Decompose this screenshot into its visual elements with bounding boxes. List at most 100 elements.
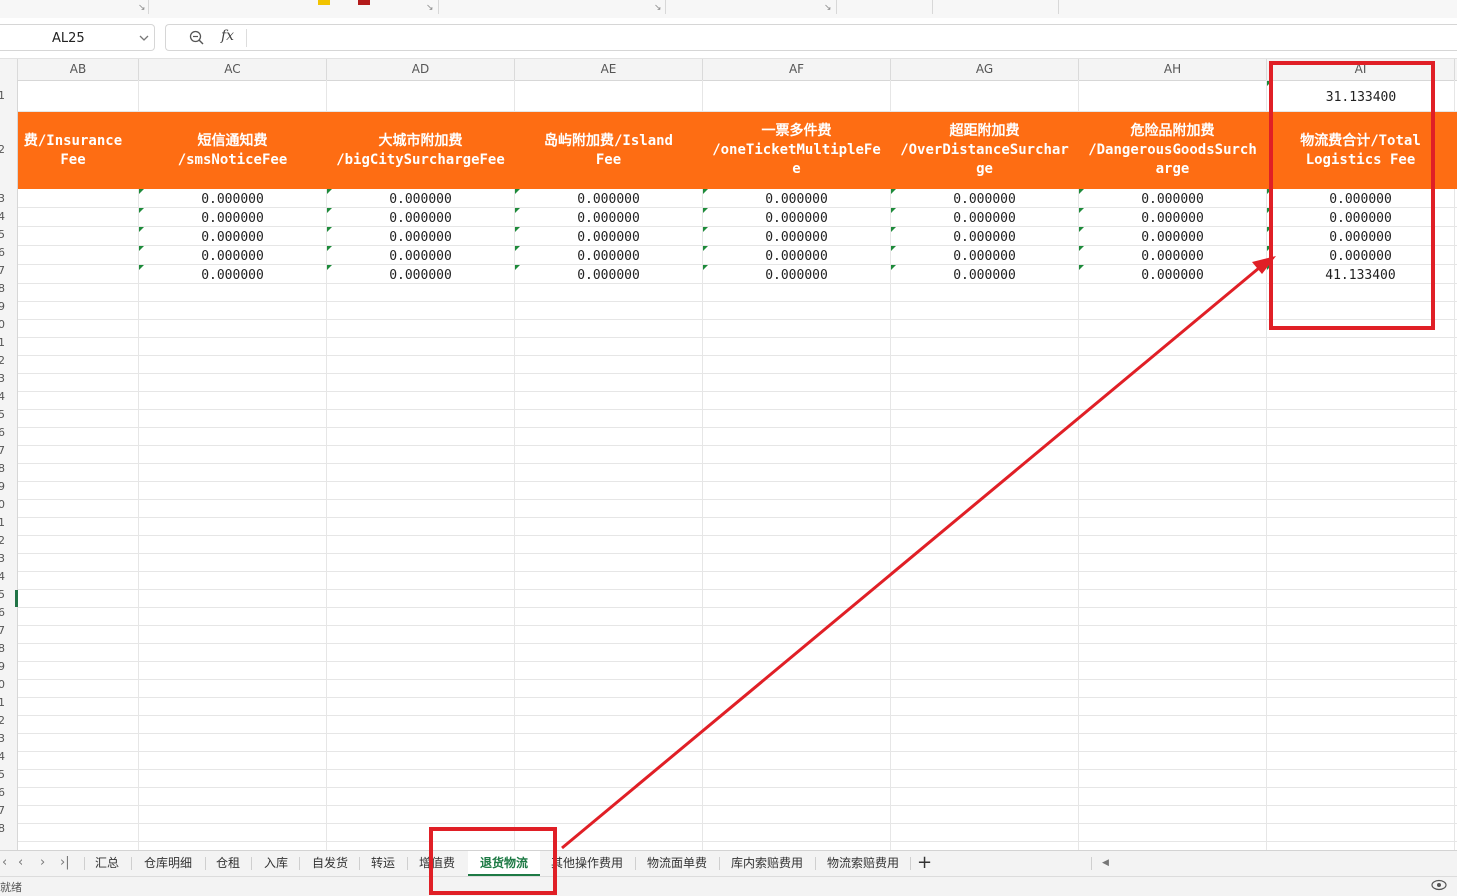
table-cell[interactable]: 0.000000: [1079, 266, 1266, 285]
column-header-ae[interactable]: AE: [515, 59, 703, 80]
sheet-tab[interactable]: 库内索赔费用: [731, 851, 803, 876]
column-header-ab[interactable]: AB: [18, 59, 139, 80]
row-header[interactable]: 6: [0, 784, 5, 802]
font-color-icon[interactable]: [358, 0, 370, 5]
sheet-tab-active[interactable]: 退货物流: [468, 851, 540, 876]
table-cell[interactable]: 0.000000: [703, 209, 890, 228]
column-header-ad[interactable]: AD: [327, 59, 515, 80]
dialog-launcher-icon[interactable]: ↘: [138, 3, 146, 13]
table-cell[interactable]: 0.000000: [327, 228, 514, 247]
table-cell[interactable]: 0.000000: [891, 266, 1078, 285]
previous-sheet-icon[interactable]: ‹: [18, 855, 23, 870]
table-cell[interactable]: 0.000000: [703, 190, 890, 209]
row-header[interactable]: 6: [0, 244, 5, 262]
sheet-tab[interactable]: 其他操作费用: [551, 851, 623, 876]
header-cell-ab[interactable]: 费/Insurance Fee: [8, 112, 138, 189]
table-cell[interactable]: 0.000000: [139, 266, 326, 285]
row-header[interactable]: 4: [0, 568, 5, 586]
table-cell[interactable]: 0.000000: [891, 190, 1078, 209]
sheet-tab[interactable]: 仓库明细: [144, 851, 192, 876]
row-header[interactable]: 0: [0, 316, 5, 334]
table-cell[interactable]: 0.000000: [703, 266, 890, 285]
table-cell[interactable]: 0.000000: [139, 247, 326, 266]
row-header[interactable]: 6: [0, 604, 5, 622]
row-header[interactable]: 1: [0, 334, 5, 352]
table-cell[interactable]: 0.000000: [891, 209, 1078, 228]
next-sheet-icon[interactable]: ›: [40, 855, 45, 870]
header-cell-ac[interactable]: 短信通知费/smsNoticeFee: [139, 112, 326, 189]
table-cell[interactable]: 0.000000: [515, 247, 702, 266]
table-cell[interactable]: 0.000000: [327, 190, 514, 209]
table-cell[interactable]: 0.000000: [1267, 209, 1454, 228]
row-header[interactable]: 2: [0, 352, 5, 370]
row-header[interactable]: 7: [0, 262, 5, 280]
row-header[interactable]: 4: [0, 208, 5, 226]
table-cell[interactable]: 0.000000: [703, 247, 890, 266]
table-cell[interactable]: 0.000000: [327, 266, 514, 285]
sheet-tab[interactable]: 入库: [264, 851, 288, 876]
spreadsheet-grid[interactable]: 31.133400 费/Insurance Fee 短信通知费/smsNotice…: [18, 80, 1457, 850]
table-cell[interactable]: 0.000000: [515, 266, 702, 285]
dialog-launcher-icon[interactable]: ↘: [824, 3, 832, 13]
row-header[interactable]: 5: [0, 586, 5, 604]
column-header-ah[interactable]: AH: [1079, 59, 1267, 80]
row-header[interactable]: 7: [0, 802, 5, 820]
sheet-tab[interactable]: 物流索赔费用: [827, 851, 899, 876]
row-header[interactable]: 3: [0, 370, 5, 388]
row-header[interactable]: 8: [0, 280, 5, 298]
cell-ai1[interactable]: 31.133400: [1267, 88, 1455, 107]
row-header[interactable]: 8: [0, 640, 5, 658]
sheet-tab[interactable]: 增值费: [419, 851, 455, 876]
table-cell[interactable]: 0.000000: [1079, 228, 1266, 247]
sheet-tab[interactable]: 转运: [371, 851, 395, 876]
row-header[interactable]: 6: [0, 424, 5, 442]
name-box[interactable]: AL25: [0, 24, 155, 51]
dialog-launcher-icon[interactable]: ↘: [426, 3, 434, 13]
row-header[interactable]: 1: [0, 87, 5, 105]
table-cell[interactable]: 0.000000: [327, 247, 514, 266]
header-cell-ae[interactable]: 岛屿附加费/Island Fee: [515, 112, 702, 189]
column-header-ac[interactable]: AC: [139, 59, 327, 80]
highlight-color-icon[interactable]: [318, 0, 330, 5]
header-cell-af[interactable]: 一票多件费/oneTicketMultipleFe e: [703, 112, 890, 189]
row-header[interactable]: 2: [0, 712, 5, 730]
row-header[interactable]: 8: [0, 460, 5, 478]
table-cell[interactable]: 0.000000: [139, 228, 326, 247]
table-cell[interactable]: 0.000000: [327, 209, 514, 228]
row-header[interactable]: 2: [0, 141, 5, 159]
sheet-tab[interactable]: 汇总: [95, 851, 119, 876]
row-header[interactable]: 5: [0, 406, 5, 424]
table-cell[interactable]: 0.000000: [1079, 247, 1266, 266]
row-header[interactable]: 5: [0, 766, 5, 784]
column-header-ai[interactable]: AI: [1267, 59, 1455, 80]
row-header[interactable]: 0: [0, 676, 5, 694]
table-cell[interactable]: 0.000000: [891, 228, 1078, 247]
table-cell[interactable]: 0.000000: [515, 190, 702, 209]
row-header[interactable]: 1: [0, 694, 5, 712]
table-cell[interactable]: 0.000000: [515, 209, 702, 228]
sheet-tab[interactable]: 物流面单费: [647, 851, 707, 876]
header-cell-ai[interactable]: 物流费合计/Total Logistics Fee: [1267, 112, 1454, 189]
sheet-tab[interactable]: 自发货: [312, 851, 348, 876]
table-cell[interactable]: 0.000000: [1079, 190, 1266, 209]
zoom-icon[interactable]: [188, 29, 206, 47]
header-cell-ah[interactable]: 危险品附加费/DangerousGoodsSurch arge: [1079, 112, 1266, 189]
row-header[interactable]: 7: [0, 442, 5, 460]
formula-input-area[interactable]: fx: [165, 24, 1457, 51]
table-cell[interactable]: 0.000000: [139, 209, 326, 228]
sheet-tab[interactable]: 仓租: [216, 851, 240, 876]
row-header[interactable]: 8: [0, 820, 5, 838]
header-cell-ad[interactable]: 大城市附加费/bigCitySurchargeFee: [327, 112, 514, 189]
insert-function-button[interactable]: fx: [221, 28, 234, 44]
row-header[interactable]: 9: [0, 298, 5, 316]
column-header-ag[interactable]: AG: [891, 59, 1079, 80]
table-cell[interactable]: 0.000000: [515, 228, 702, 247]
table-cell[interactable]: 0.000000: [1267, 190, 1454, 209]
row-header[interactable]: 7: [0, 622, 5, 640]
table-cell[interactable]: 41.133400: [1267, 266, 1454, 285]
table-cell[interactable]: 0.000000: [139, 190, 326, 209]
row-header[interactable]: 3: [0, 190, 5, 208]
header-cell-ag[interactable]: 超距附加费/OverDistanceSurchar ge: [891, 112, 1078, 189]
row-header[interactable]: 4: [0, 388, 5, 406]
table-cell[interactable]: 0.000000: [891, 247, 1078, 266]
